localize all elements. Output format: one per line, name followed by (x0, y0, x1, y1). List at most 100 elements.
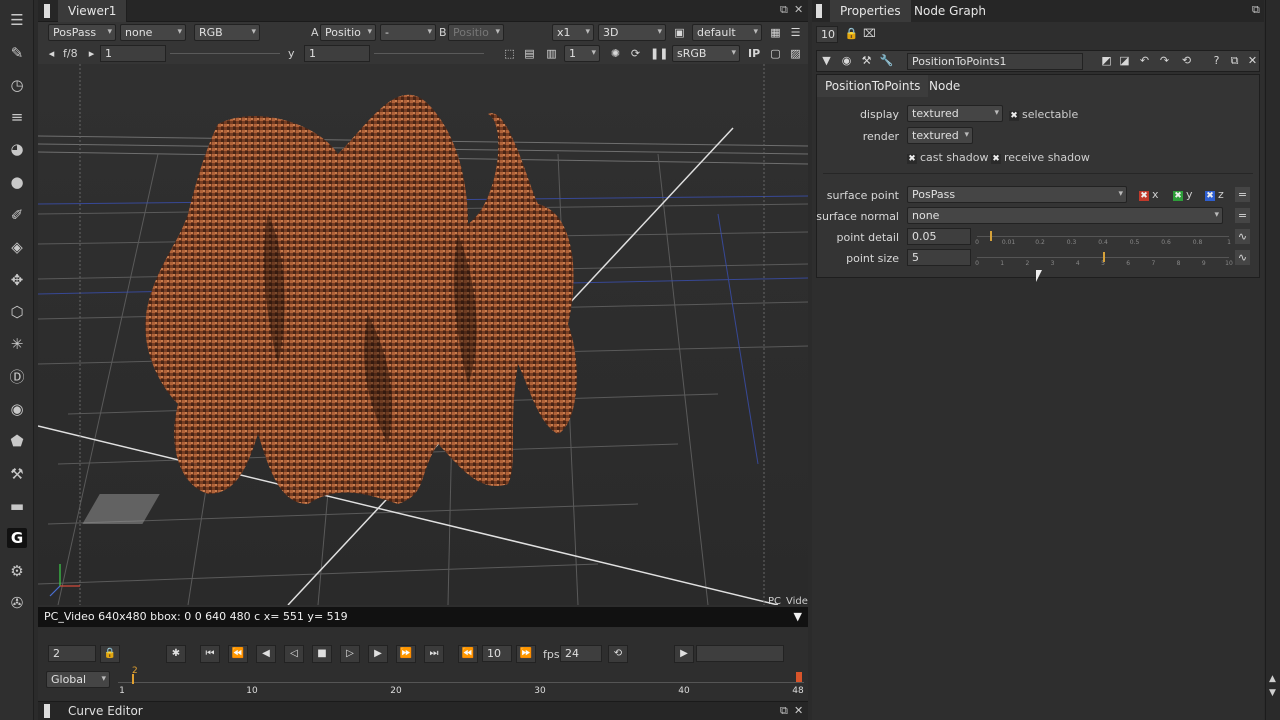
surface-normal-link-icon[interactable]: = (1235, 208, 1250, 223)
channel-icon[interactable]: ≡ (7, 107, 27, 127)
scroll-down-icon[interactable]: ▼ (1269, 688, 1276, 698)
curve-panel-menu-icon[interactable] (44, 704, 50, 718)
info-expand-icon[interactable]: ▼ (794, 607, 802, 627)
render-select[interactable]: textured (907, 127, 973, 144)
input-a-select[interactable]: Positio (320, 24, 376, 41)
point-size-field[interactable]: 5 (907, 249, 971, 266)
scroll-up-icon[interactable]: ▲ (1269, 674, 1276, 684)
toolsets-icon[interactable]: ⚒ (7, 464, 27, 484)
curve-float-icon[interactable]: ⧉ (780, 704, 788, 718)
views-icon[interactable]: ◉ (7, 399, 27, 419)
float-icon[interactable]: ⧉ (780, 3, 788, 17)
undo-icon[interactable]: ↶ (1137, 53, 1152, 68)
point-detail-field[interactable]: 0.05 (907, 228, 971, 245)
grid-icon[interactable]: ▦ (768, 25, 783, 40)
tab-viewer[interactable]: Viewer1 (58, 0, 128, 22)
prev-frame-button[interactable]: ◀ (256, 645, 276, 663)
color-swatch-icon[interactable]: ◩ (1099, 53, 1114, 68)
camera-select[interactable]: default (692, 24, 762, 41)
tab-node-graph[interactable]: Node Graph (904, 0, 996, 22)
point-detail-curve-icon[interactable]: ∿ (1235, 229, 1250, 244)
play-forward-button[interactable]: ▷ (340, 645, 360, 663)
point-detail-slider[interactable]: 0 0.01 0.2 0.3 0.4 0.5 0.6 0.8 1 (975, 228, 1231, 246)
y-channel-checkbox[interactable]: ✖ y (1173, 188, 1193, 201)
clear-panels-icon[interactable]: ⌧ (862, 26, 877, 41)
frame-field[interactable]: 2 (48, 645, 96, 662)
tab-node[interactable]: Node (919, 75, 970, 97)
close-icon[interactable]: ✕ (794, 3, 803, 16)
revert-icon[interactable]: ⟲ (1179, 53, 1194, 68)
metadata-icon[interactable]: ⬟ (7, 431, 27, 451)
selectable-checkbox[interactable]: ✖ selectable (1009, 108, 1078, 121)
fstop-prev-icon[interactable]: ◂ (44, 46, 59, 61)
roi-icon[interactable]: ⬚ (502, 46, 517, 61)
receive-shadow-checkbox[interactable]: ✖ receive shadow (991, 151, 1090, 164)
fps-field[interactable]: 24 (560, 645, 602, 662)
frame-range-field[interactable] (696, 645, 784, 662)
proxy-select[interactable]: 1 (564, 45, 600, 62)
play-backward-button[interactable]: ◁ (284, 645, 304, 663)
right-scrollbar[interactable]: ▲ ▼ (1265, 0, 1280, 720)
tab-curve-editor[interactable]: Curve Editor (68, 704, 143, 718)
other-icon[interactable]: ▬ (7, 496, 27, 516)
node-tool-icon[interactable]: ⚒ (859, 53, 874, 68)
surface-point-select[interactable]: PosPass (907, 186, 1127, 203)
playhead-marker[interactable] (132, 674, 134, 684)
fstop-next-icon[interactable]: ▸ (84, 46, 99, 61)
checker-icon[interactable]: ▨ (788, 46, 803, 61)
point-size-slider[interactable]: 0 1 2 3 4 5 6 7 8 9 10 (975, 249, 1233, 267)
input-process-toggle[interactable]: IP (748, 47, 760, 60)
lock-range-icon[interactable]: 🔒 (100, 645, 120, 663)
redo-icon[interactable]: ↷ (1157, 53, 1172, 68)
surface-normal-select[interactable]: none (907, 207, 1223, 224)
display-select[interactable]: textured (907, 105, 1003, 122)
color-swatch2-icon[interactable]: ◪ (1117, 53, 1132, 68)
furnace-icon[interactable]: ✇ (7, 593, 27, 613)
curve-close-icon[interactable]: ✕ (794, 704, 803, 717)
particles-icon[interactable]: ✳ (7, 334, 27, 354)
node-float-icon[interactable]: ⧉ (1227, 53, 1242, 68)
gamma-field[interactable]: 1 (304, 45, 370, 62)
play-settings-icon[interactable]: ✱ (166, 645, 186, 663)
colorspace-select[interactable]: sRGB (672, 45, 740, 62)
node-close-icon[interactable]: ✕ (1245, 53, 1260, 68)
layer-select[interactable]: PosPass (48, 24, 116, 41)
max-panels-field[interactable]: 10 (816, 26, 838, 43)
z-channel-checkbox[interactable]: ✖ z (1205, 188, 1224, 201)
frame-ruler[interactable]: 1 10 20 30 40 48 2 (118, 666, 804, 698)
prev-keyframe-button[interactable]: ⏪ (228, 645, 248, 663)
node-name-field[interactable]: PositionToPoints1 (907, 53, 1083, 70)
node-wrench-icon[interactable]: 🔧 (879, 53, 894, 68)
last-frame-button[interactable]: ⏭ (424, 645, 444, 663)
gain-field[interactable]: 1 (100, 45, 166, 62)
next-keyframe-button[interactable]: ⏩ (396, 645, 416, 663)
color-icon[interactable]: ◕ (7, 139, 27, 159)
props-float-icon[interactable]: ⧉ (1252, 3, 1260, 17)
slider-knob[interactable] (1103, 252, 1105, 262)
tab-positiontopoints[interactable]: PositionToPoints (817, 75, 929, 97)
proxy-icon[interactable]: ▥ (544, 46, 559, 61)
scope-select[interactable]: Global (46, 671, 110, 688)
wipe-op-select[interactable]: - (380, 24, 436, 41)
point-size-curve-icon[interactable]: ∿ (1235, 250, 1250, 265)
gain-slider[interactable] (170, 53, 280, 54)
keyer-icon[interactable]: ✐ (7, 205, 27, 225)
tab-properties[interactable]: Properties (830, 0, 911, 22)
refresh-icon[interactable]: ⟳ (628, 46, 643, 61)
gamma-slider[interactable] (374, 53, 484, 54)
help-icon[interactable]: ? (1209, 53, 1224, 68)
time-icon[interactable]: ◷ (7, 75, 27, 95)
props-panel-menu-icon[interactable] (816, 4, 822, 18)
stop-button[interactable]: ■ (312, 645, 332, 663)
3d-icon[interactable]: ⬡ (7, 302, 27, 322)
lock-camera-icon[interactable]: ▣ (672, 25, 687, 40)
merge-icon[interactable]: ◈ (7, 237, 27, 257)
channel-mask-select[interactable]: none (120, 24, 186, 41)
zoom-select[interactable]: x1 (552, 24, 594, 41)
x-channel-checkbox[interactable]: ✖ x (1139, 188, 1159, 201)
panel-menu-icon[interactable] (44, 4, 50, 18)
loop-mode-icon[interactable]: ⟲ (608, 645, 628, 663)
flipbook-icon[interactable]: ▶ (674, 645, 694, 663)
cast-shadow-checkbox[interactable]: ✖ cast shadow (907, 151, 988, 164)
viewer-menu-icon[interactable]: ☰ (788, 25, 803, 40)
